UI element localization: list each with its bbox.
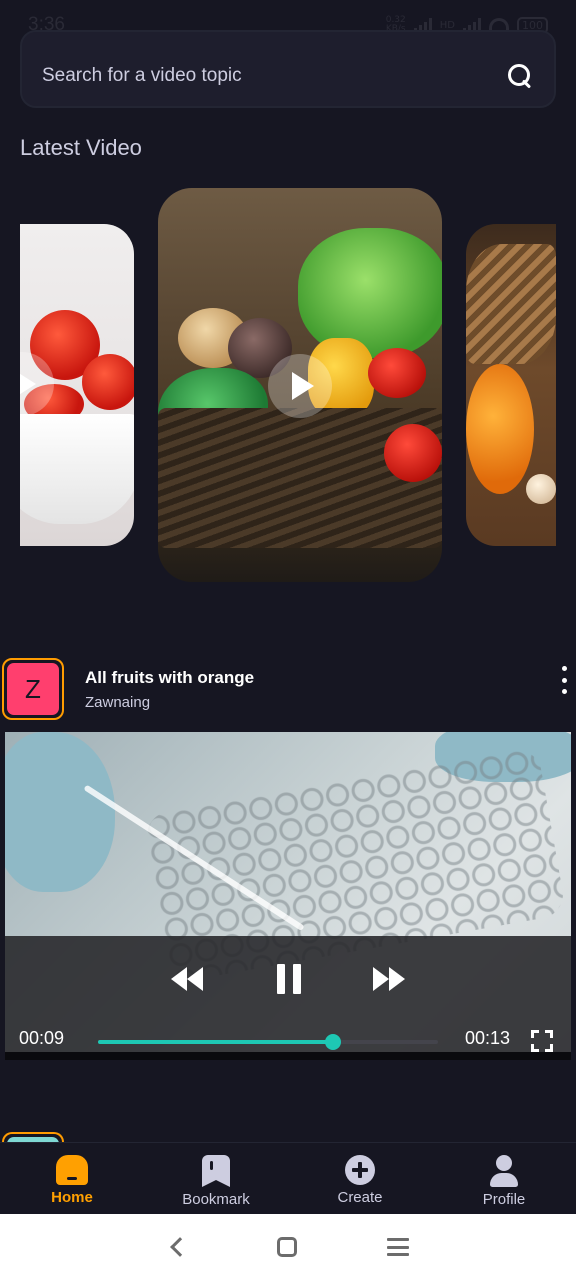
thumbnail-bowl xyxy=(20,414,134,524)
tab-label: Profile xyxy=(482,1191,526,1208)
tab-label: Create xyxy=(337,1189,383,1206)
avatar-initial: Z xyxy=(7,663,59,715)
seek-bar[interactable] xyxy=(98,1034,438,1050)
video-controls: 00:09 00:13 xyxy=(5,936,571,1052)
avatar[interactable]: Z xyxy=(2,658,64,720)
video-card-pumpkin[interactable] xyxy=(466,224,556,546)
tab-bookmark[interactable]: Bookmark xyxy=(144,1143,288,1214)
menu-icon[interactable] xyxy=(387,1238,409,1256)
play-icon[interactable] xyxy=(268,354,332,418)
bookmark-icon xyxy=(202,1155,230,1187)
seek-bar-progress xyxy=(98,1040,333,1044)
signal-type-label: HD xyxy=(439,19,455,31)
video-player[interactable]: 00:09 00:13 xyxy=(5,732,571,1060)
pause-icon[interactable] xyxy=(277,962,301,996)
video-title: All fruits with orange xyxy=(85,668,255,687)
back-icon[interactable] xyxy=(170,1237,190,1257)
bottom-tab-bar: Home Bookmark Create Profile xyxy=(0,1142,576,1214)
video-post-header: Z All fruits with orange Zawnaing xyxy=(0,656,576,722)
thumbnail-lettuce xyxy=(298,228,442,358)
tab-label: Home xyxy=(51,1189,93,1206)
system-navigation-bar xyxy=(0,1214,576,1280)
video-card-vegetable-basket[interactable] xyxy=(158,188,442,582)
home-icon xyxy=(56,1155,88,1185)
search-icon[interactable] xyxy=(506,62,534,90)
home-square-icon[interactable] xyxy=(277,1237,297,1257)
video-card-tomatoes[interactable] xyxy=(20,224,134,546)
video-frame-glove xyxy=(5,732,115,892)
thumbnail-tomato xyxy=(368,348,426,398)
video-author: Zawnaing xyxy=(85,694,151,711)
fullscreen-icon[interactable] xyxy=(531,1030,553,1052)
current-time: 00:09 xyxy=(19,1028,65,1048)
search-bar[interactable] xyxy=(20,30,556,108)
thumbnail-tomato xyxy=(384,424,442,482)
search-input[interactable] xyxy=(42,65,506,87)
rewind-icon[interactable] xyxy=(171,962,203,996)
tab-create[interactable]: Create xyxy=(288,1143,432,1214)
latest-video-carousel[interactable] xyxy=(0,186,576,586)
total-time: 00:13 xyxy=(465,1028,511,1048)
thumbnail-pumpkin xyxy=(466,364,534,494)
thumbnail-garlic xyxy=(526,474,556,504)
tab-home[interactable]: Home xyxy=(0,1143,144,1214)
fast-forward-icon[interactable] xyxy=(373,962,405,996)
section-title-latest-video: Latest Video xyxy=(20,135,142,160)
plus-circle-icon xyxy=(345,1155,375,1185)
player-bottom-edge xyxy=(5,1052,571,1060)
more-options-icon[interactable] xyxy=(560,666,568,694)
tab-label: Bookmark xyxy=(182,1191,250,1208)
seek-bar-thumb[interactable] xyxy=(324,1034,341,1050)
thumbnail-tomato xyxy=(82,354,134,410)
profile-icon xyxy=(488,1155,520,1187)
tab-profile[interactable]: Profile xyxy=(432,1143,576,1214)
thumbnail-cornucopia xyxy=(466,244,556,364)
